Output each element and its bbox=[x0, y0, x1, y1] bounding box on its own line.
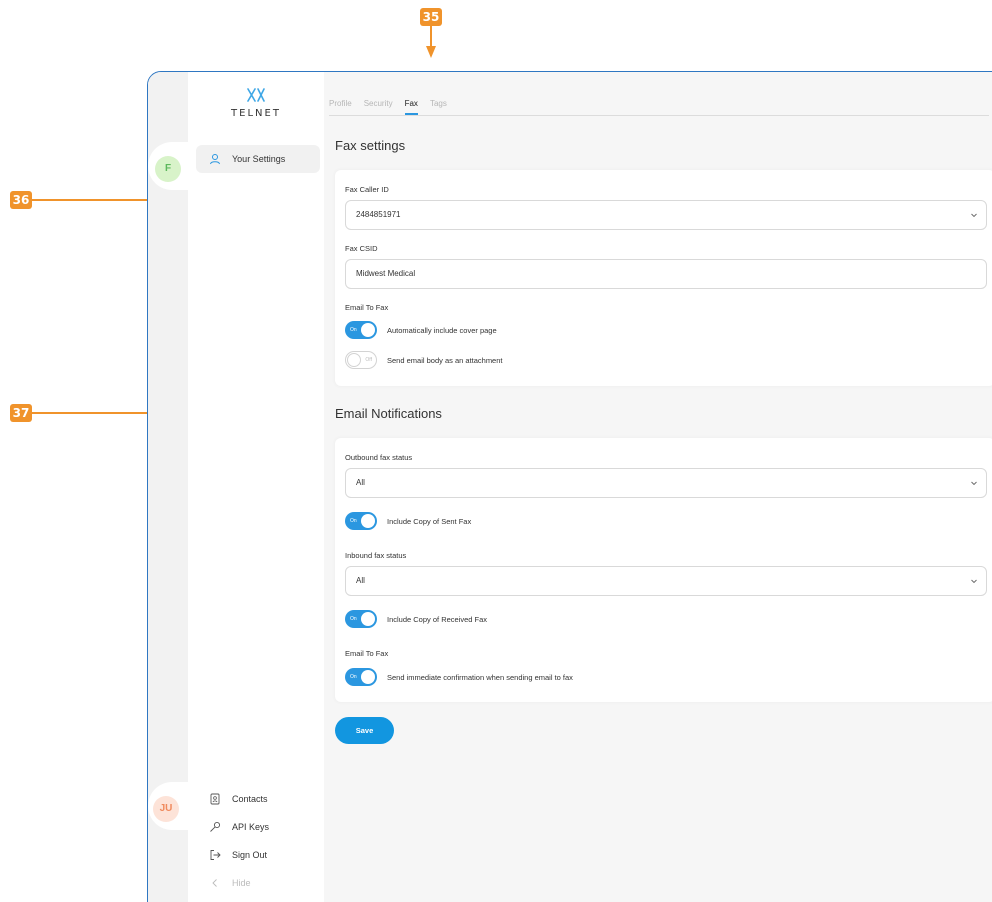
main-content: Profile Security Fax Tags Fax settings F… bbox=[324, 72, 992, 902]
sidebar-item-label: Hide bbox=[232, 878, 251, 888]
avatar-user-ju[interactable]: JU bbox=[153, 796, 179, 822]
toggle-knob bbox=[347, 353, 361, 367]
fax-csid-label: Fax CSID bbox=[345, 244, 378, 253]
sidebar-item-label: Your Settings bbox=[232, 154, 286, 164]
sent-fax-copy-toggle-label: Include Copy of Sent Fax bbox=[387, 516, 472, 526]
fax-settings-card: Fax Caller ID 2484851971 Fax CSID Midwes… bbox=[335, 170, 992, 386]
sign-out-icon bbox=[208, 848, 222, 862]
immediate-confirmation-toggle-label: Send immediate confirmation when sending… bbox=[387, 672, 573, 682]
sidebar-item-label: Sign Out bbox=[232, 850, 268, 860]
toggle-state-text: On bbox=[350, 518, 357, 524]
received-fax-copy-toggle-label: Include Copy of Received Fax bbox=[387, 614, 488, 624]
save-button[interactable]: Save bbox=[335, 717, 394, 744]
fax-caller-id-label: Fax Caller ID bbox=[345, 185, 389, 194]
sent-fax-copy-toggle[interactable]: On bbox=[345, 512, 377, 530]
fax-caller-id-value: 2484851971 bbox=[356, 210, 401, 219]
tab-profile[interactable]: Profile bbox=[329, 92, 352, 115]
avatar-account-f[interactable]: F bbox=[155, 156, 181, 182]
telnet-logo-icon bbox=[247, 88, 265, 102]
sidebar: TELNET Your Settings Contacts API Keys S bbox=[188, 72, 324, 902]
toggle-knob bbox=[361, 612, 375, 626]
email-body-attachment-toggle-label: Send email body as an attachment bbox=[387, 355, 503, 365]
chevron-down-icon bbox=[970, 469, 978, 497]
outbound-fax-status-select[interactable]: All bbox=[345, 468, 987, 498]
email-body-attachment-toggle[interactable]: Off bbox=[345, 351, 377, 369]
contacts-icon bbox=[208, 792, 222, 806]
sidebar-item-label: API Keys bbox=[232, 822, 270, 832]
email-to-fax-label: Email To Fax bbox=[345, 303, 389, 312]
app-window: F JU TELNET Your Settings Contacts API K… bbox=[147, 71, 992, 902]
callout-35-arrow-line bbox=[430, 26, 432, 48]
sidebar-item-api-keys[interactable]: API Keys bbox=[196, 813, 320, 841]
toggle-knob bbox=[361, 670, 375, 684]
key-icon bbox=[208, 820, 222, 834]
email-notifications-card: Outbound fax status All On Include Copy … bbox=[335, 438, 992, 702]
brand-name: TELNET bbox=[231, 108, 281, 119]
toggle-state-text: On bbox=[350, 674, 357, 680]
callout-35: 35 bbox=[420, 8, 442, 26]
email-body-attachment-toggle-row: Off Send email body as an attachment bbox=[345, 350, 503, 370]
account-rail bbox=[148, 72, 188, 902]
inbound-fax-status-label: Inbound fax status bbox=[345, 551, 407, 560]
fax-csid-value: Midwest Medical bbox=[356, 269, 416, 278]
fax-settings-title: Fax settings bbox=[335, 138, 406, 153]
toggle-knob bbox=[361, 514, 375, 528]
settings-tabs: Profile Security Fax Tags bbox=[329, 92, 989, 116]
toggle-knob bbox=[361, 323, 375, 337]
user-icon bbox=[208, 152, 222, 166]
cover-page-toggle-label: Automatically include cover page bbox=[387, 325, 497, 335]
inbound-fax-status-value: All bbox=[356, 576, 365, 585]
sidebar-item-your-settings[interactable]: Your Settings bbox=[196, 145, 320, 173]
email-to-fax-label: Email To Fax bbox=[345, 649, 389, 658]
immediate-confirmation-toggle[interactable]: On bbox=[345, 668, 377, 686]
logo: TELNET bbox=[188, 86, 324, 119]
sidebar-item-contacts[interactable]: Contacts bbox=[196, 785, 320, 813]
sidebar-item-label: Contacts bbox=[232, 794, 268, 804]
chevron-left-icon bbox=[208, 876, 222, 890]
email-notifications-title: Email Notifications bbox=[335, 406, 442, 421]
fax-caller-id-select[interactable]: 2484851971 bbox=[345, 200, 987, 230]
outbound-fax-status-value: All bbox=[356, 478, 365, 487]
sent-fax-copy-toggle-row: On Include Copy of Sent Fax bbox=[345, 511, 471, 531]
chevron-down-icon bbox=[970, 201, 978, 229]
tab-fax[interactable]: Fax bbox=[404, 92, 418, 115]
callout-37: 37 bbox=[10, 404, 32, 422]
sidebar-item-sign-out[interactable]: Sign Out bbox=[196, 841, 320, 869]
received-fax-copy-toggle-row: On Include Copy of Received Fax bbox=[345, 609, 487, 629]
inbound-fax-status-select[interactable]: All bbox=[345, 566, 987, 596]
immediate-confirmation-toggle-row: On Send immediate confirmation when send… bbox=[345, 667, 573, 687]
cover-page-toggle[interactable]: On bbox=[345, 321, 377, 339]
tab-security[interactable]: Security bbox=[364, 92, 393, 115]
outbound-fax-status-label: Outbound fax status bbox=[345, 453, 413, 462]
toggle-state-text: On bbox=[350, 327, 357, 333]
toggle-state-text: On bbox=[350, 616, 357, 622]
toggle-state-text: Off bbox=[365, 357, 372, 363]
sidebar-hide-button[interactable]: Hide bbox=[196, 869, 320, 897]
tab-tags[interactable]: Tags bbox=[430, 92, 447, 115]
chevron-down-icon bbox=[970, 567, 978, 595]
fax-csid-input[interactable]: Midwest Medical bbox=[345, 259, 987, 289]
cover-page-toggle-row: On Automatically include cover page bbox=[345, 320, 497, 340]
callout-35-arrow-head bbox=[426, 46, 436, 58]
received-fax-copy-toggle[interactable]: On bbox=[345, 610, 377, 628]
callout-36: 36 bbox=[10, 191, 32, 209]
